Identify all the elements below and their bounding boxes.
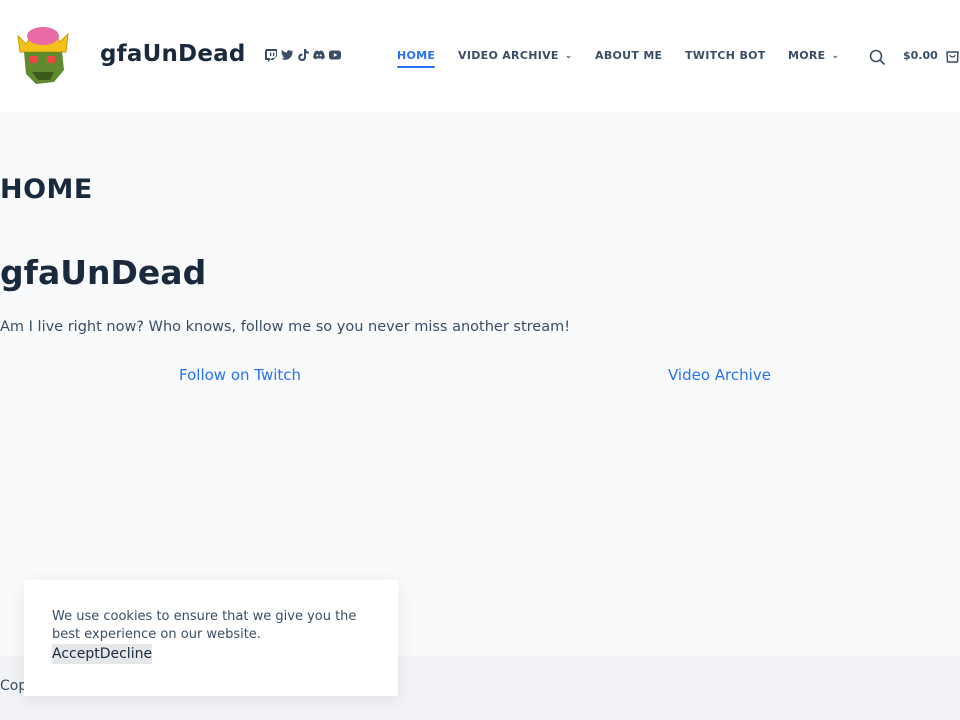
cookie-message: We use cookies to ensure that we give yo… [52,609,357,642]
nav-more-label: MORE [788,49,826,62]
site-header: gfaUnDead HOME VIDEO ARCHIVE ⌄ ABOUT ME T… [0,0,960,112]
chevron-down-icon: ⌄ [831,51,840,61]
site-title[interactable]: gfaUnDead [100,41,246,67]
nav-video-archive-label: VIDEO ARCHIVE [458,49,559,62]
zombie-king-avatar-icon[interactable] [14,22,72,88]
cart-icon[interactable] [945,48,960,64]
nav-twitch-bot[interactable]: TWITCH BOT [685,49,766,62]
social-links [264,48,342,62]
nav-home[interactable]: HOME [397,49,436,68]
page-title: HOME [0,174,93,205]
nav-video-archive[interactable]: VIDEO ARCHIVE ⌄ [458,49,573,62]
nav-about-me[interactable]: ABOUT ME [595,49,662,62]
video-archive-link[interactable]: Video Archive [668,366,771,384]
cookie-actions: Accept Decline [52,644,153,664]
twitch-icon[interactable] [264,48,278,62]
youtube-icon[interactable] [328,48,342,62]
search-icon[interactable] [868,48,886,66]
hero-title: gfaUnDead [0,253,207,292]
decline-button[interactable]: Decline [100,644,152,664]
tiktok-icon[interactable] [296,48,310,62]
follow-on-twitch-link[interactable]: Follow on Twitch [179,366,301,384]
accept-button[interactable]: Accept [52,644,100,664]
chevron-down-icon: ⌄ [564,51,573,61]
hero-description: Am I live right now? Who knows, follow m… [0,319,571,335]
twitter-icon[interactable] [280,48,294,62]
cart-total[interactable]: $0.00 [903,49,938,62]
nav-more[interactable]: MORE ⌄ [788,49,839,62]
cookie-banner: We use cookies to ensure that we give yo… [24,580,398,696]
discord-icon[interactable] [312,48,326,62]
